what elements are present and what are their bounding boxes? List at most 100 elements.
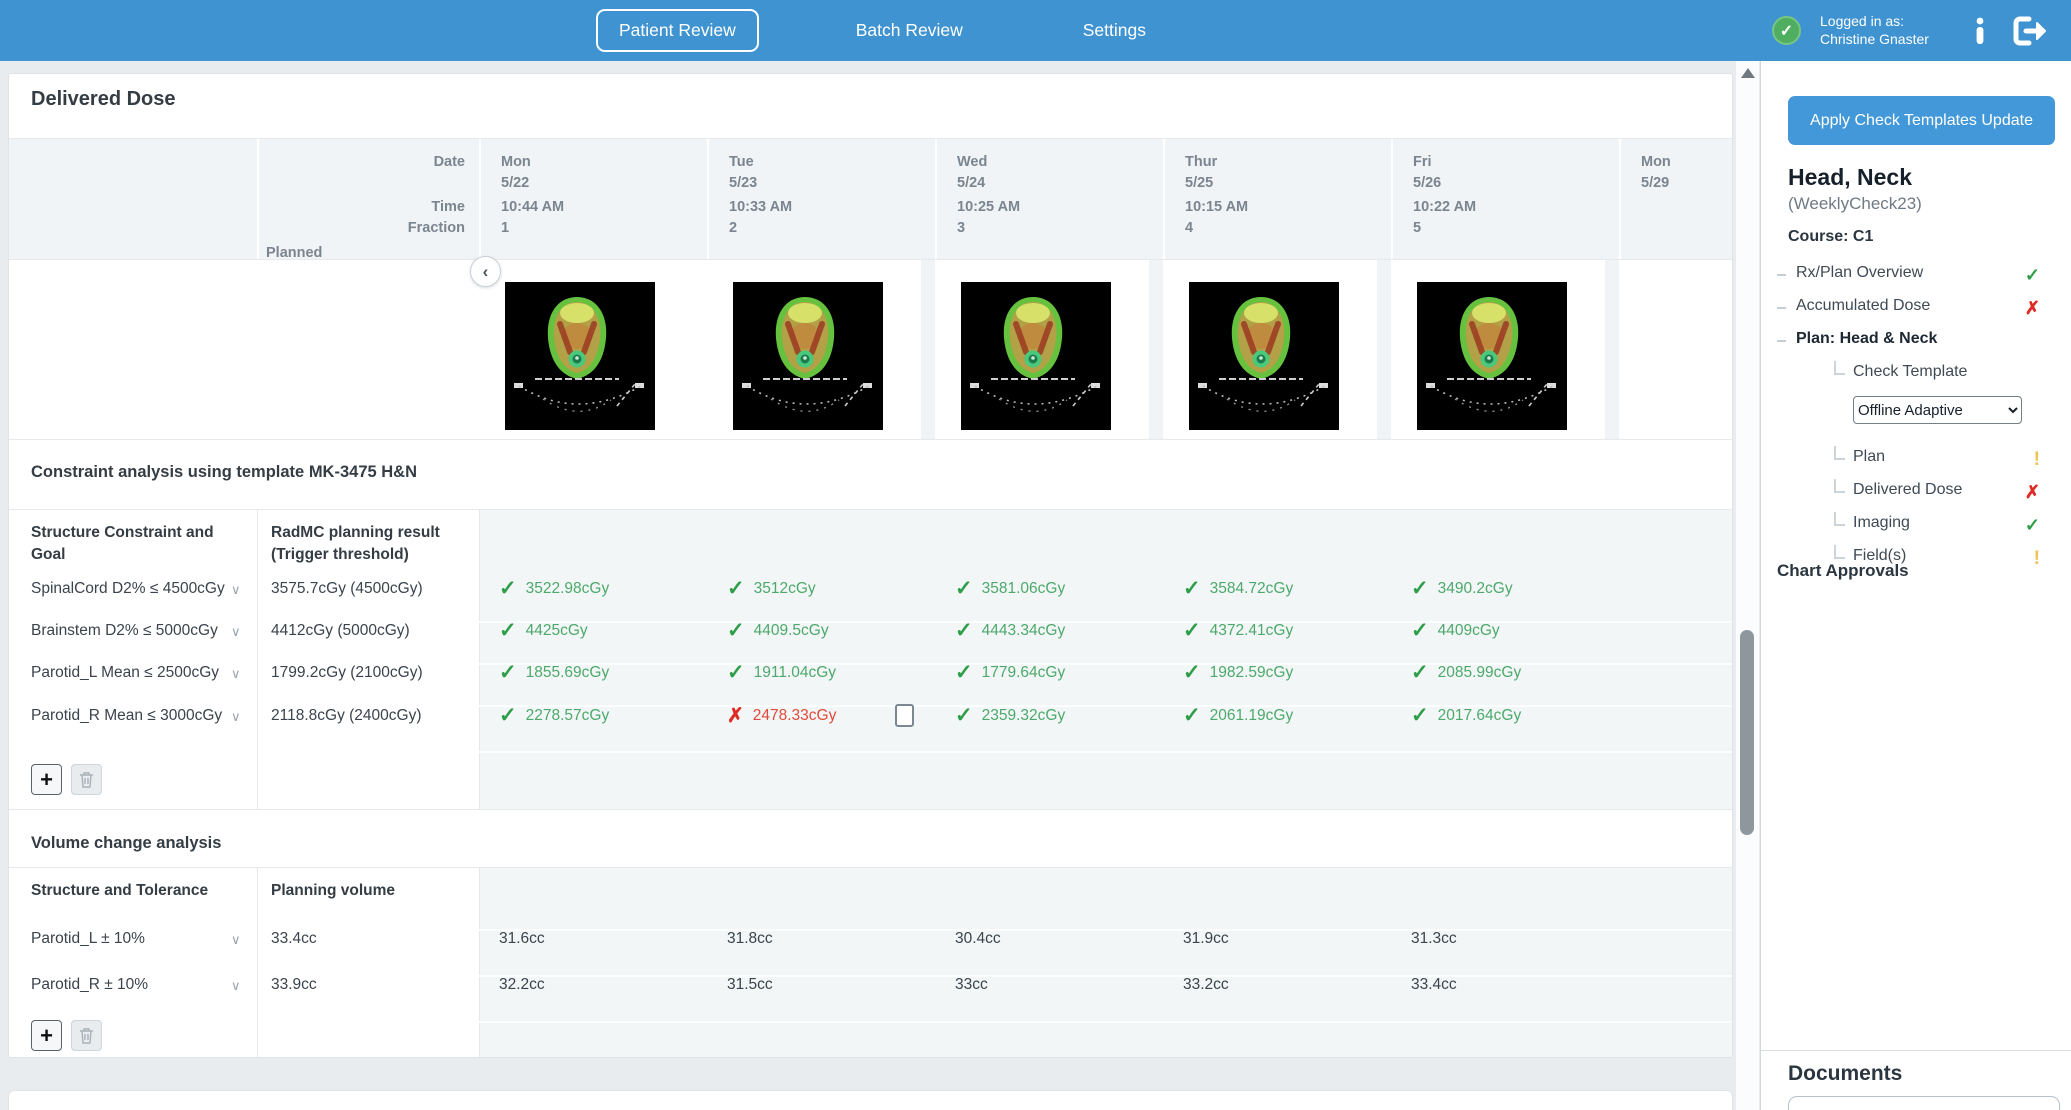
- delivered-dose-card: Delivered Dose Date Time Fraction Planne…: [8, 73, 1733, 1058]
- row-dropdown-chevron[interactable]: ∨: [231, 666, 241, 682]
- constraint-col-planning: RadMC planning result (Trigger threshold…: [271, 522, 466, 566]
- column-separator: [479, 868, 480, 1058]
- day-name: Mon: [1641, 152, 1671, 172]
- patient-name: Head, Neck: [1788, 164, 1912, 191]
- day-date: 5/25: [1185, 173, 1213, 193]
- sidebar-item-imaging: Imaging✓: [1761, 514, 2071, 538]
- result-value: 2359.32cGy: [982, 707, 1066, 725]
- apply-check-templates-button[interactable]: Apply Check Templates Update: [1788, 96, 2055, 145]
- date-row-label: Date: [265, 152, 465, 172]
- pass-icon: ✓: [1183, 660, 1201, 685]
- override-checkbox[interactable]: [895, 704, 914, 727]
- constraint-result-cell: ✓3584.72cGy: [1183, 576, 1293, 601]
- volume-result-value: 31.9cc: [1183, 930, 1229, 948]
- scrollbar-up-arrow[interactable]: [1741, 68, 1755, 78]
- delete-constraint-button[interactable]: [71, 764, 102, 795]
- delete-volume-button[interactable]: [71, 1020, 102, 1051]
- tree-elbow-icon: [1834, 361, 1845, 375]
- constraint-result-cell: ✓2061.19cGy: [1183, 703, 1293, 728]
- chart-approvals-heading: Chart Approvals: [1777, 561, 1909, 581]
- add-volume-button[interactable]: +: [31, 1020, 62, 1051]
- info-icon[interactable]: [1968, 16, 1992, 46]
- sidebar-item-label: Check Template: [1853, 363, 1967, 381]
- ct-dose-thumbnail[interactable]: [961, 282, 1111, 430]
- result-value: 1779.64cGy: [982, 664, 1066, 682]
- day-column-header: Mon5/29: [1619, 139, 1733, 259]
- result-value: 3490.2cGy: [1438, 580, 1513, 598]
- band-separator: [1163, 139, 1165, 259]
- row-dropdown-chevron[interactable]: ∨: [231, 978, 241, 994]
- delivered-dose-title: Delivered Dose: [31, 88, 176, 111]
- constraint-planning-value: 4412cGy (5000cGy): [271, 622, 410, 640]
- documents-select[interactable]: [1788, 1096, 2060, 1110]
- constraint-result-cell: ✓1911.04cGy: [727, 660, 836, 685]
- warning-icon: !: [2034, 548, 2040, 570]
- pass-icon: ✓: [1411, 618, 1429, 643]
- logout-icon[interactable]: [2012, 15, 2050, 47]
- volume-values-region: [479, 868, 1733, 1058]
- band-separator: [1391, 139, 1393, 259]
- volume-planning-value: 33.9cc: [271, 976, 317, 994]
- ct-dose-thumbnail[interactable]: [1417, 282, 1567, 430]
- scrollbar-track[interactable]: [1736, 61, 1759, 1110]
- constraint-values-region: [479, 510, 1733, 809]
- check-template-select[interactable]: Offline Adaptive: [1853, 396, 2022, 424]
- volume-result-value: 32.2cc: [499, 976, 545, 994]
- row-separator: [479, 929, 1733, 931]
- constraint-result-cell: ✓ 4409.5cGy: [727, 618, 829, 643]
- add-constraint-button[interactable]: +: [31, 764, 62, 795]
- user-name: Christine Gnaster: [1820, 30, 1929, 48]
- tree-elbow-icon: [1834, 512, 1845, 526]
- pass-icon: ✓: [955, 576, 973, 601]
- course-label: Course: C1: [1788, 228, 1873, 246]
- volume-result-value: 30.4cc: [955, 930, 1001, 948]
- day-column-header: Fri5/2610:22 AM5: [1391, 139, 1619, 259]
- pass-icon: ✓: [727, 660, 745, 685]
- constraint-row-label: Parotid_L Mean ≤ 2500cGy: [31, 664, 219, 682]
- ct-dose-thumbnail[interactable]: [505, 282, 655, 430]
- day-date: 5/24: [957, 173, 985, 193]
- row-dropdown-chevron[interactable]: ∨: [231, 582, 241, 598]
- constraint-row-label: Brainstem D2% ≤ 5000cGy: [31, 622, 218, 640]
- volume-col-planning: Planning volume: [271, 880, 466, 902]
- ct-dose-thumbnail[interactable]: [1189, 282, 1339, 430]
- sidebar-item-label[interactable]: Rx/Plan Overview: [1796, 264, 1923, 282]
- result-value: 2278.57cGy: [526, 707, 610, 725]
- nav-tab-settings[interactable]: Settings: [1060, 9, 1169, 52]
- ct-dose-thumbnail[interactable]: [733, 282, 883, 430]
- volume-result-value: 31.8cc: [727, 930, 773, 948]
- divider: [1761, 1050, 2071, 1051]
- logged-in-label: Logged in as:: [1820, 12, 1929, 30]
- result-value: 3512cGy: [754, 580, 816, 598]
- row-dropdown-chevron[interactable]: ∨: [231, 932, 241, 948]
- nav-tab-batch-review[interactable]: Batch Review: [833, 9, 986, 52]
- tree-dash: [1777, 340, 1786, 342]
- nav-tab-patient-review[interactable]: Patient Review: [596, 9, 759, 52]
- day-fraction: 5: [1413, 218, 1421, 238]
- constraint-result-cell: ✓4409cGy: [1411, 618, 1500, 643]
- login-status-icon: ✓: [1772, 16, 1801, 45]
- result-value: 4409.5cGy: [754, 622, 829, 640]
- nav-tabs: Patient Review Batch Review Settings: [596, 10, 1169, 51]
- scrollbar-thumb[interactable]: [1740, 630, 1754, 835]
- time-row-label: Time: [265, 197, 465, 217]
- day-name: Fri: [1413, 152, 1432, 172]
- day-fraction: 2: [729, 218, 737, 238]
- sidebar-item-label[interactable]: Imaging: [1853, 514, 1910, 532]
- row-dropdown-chevron[interactable]: ∨: [231, 709, 241, 725]
- pass-icon: ✓: [727, 618, 745, 643]
- day-column-gutter: [1377, 260, 1391, 439]
- sidebar-item-label[interactable]: Delivered Dose: [1853, 481, 1962, 499]
- sidebar-item-label[interactable]: Accumulated Dose: [1796, 297, 1930, 315]
- result-value: 4425cGy: [526, 622, 588, 640]
- day-date: 5/22: [501, 173, 529, 193]
- volume-result-value: 31.6cc: [499, 930, 545, 948]
- sidebar-item-label[interactable]: Plan: Head & Neck: [1796, 330, 1937, 348]
- row-dropdown-chevron[interactable]: ∨: [231, 624, 241, 640]
- collapse-columns-button[interactable]: ‹: [470, 256, 501, 287]
- sidebar-item-check-template: Check Template: [1761, 363, 2071, 387]
- day-time: 10:22 AM: [1413, 197, 1476, 217]
- sidebar-item-label[interactable]: Plan: [1853, 448, 1885, 466]
- fail-icon: ✗: [2025, 298, 2040, 319]
- pass-icon: ✓: [955, 703, 973, 728]
